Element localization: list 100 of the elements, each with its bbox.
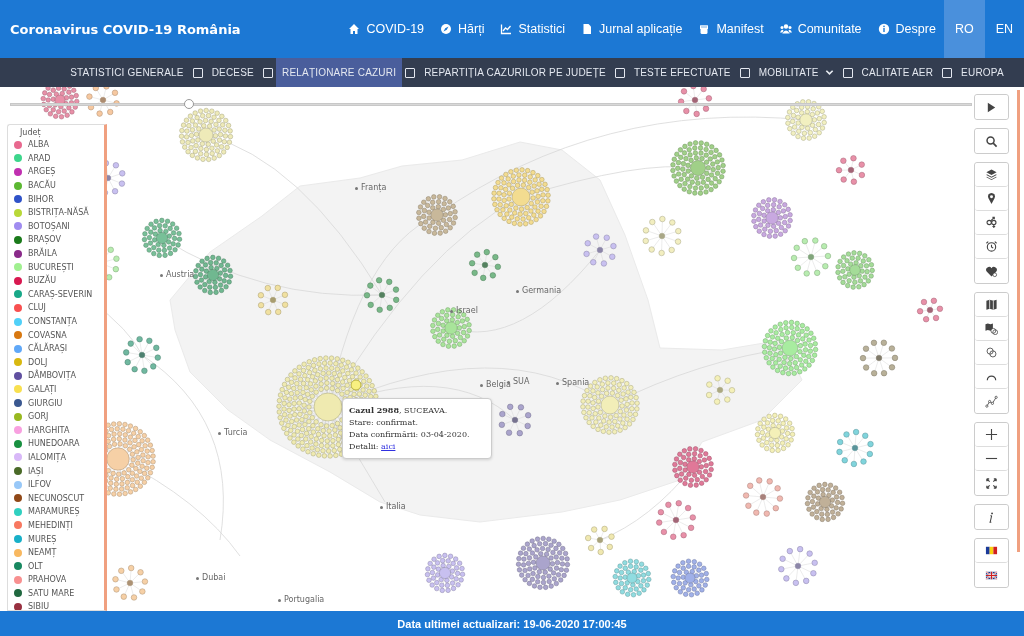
slider-thumb[interactable]: [183, 99, 194, 109]
nav-link[interactable]: Manifest: [690, 0, 772, 58]
line-graph-icon: [985, 394, 998, 408]
case-detail: Data confirmării: 03-04-2020.: [349, 429, 471, 441]
tab[interactable]: TESTE EFECTUATE: [627, 58, 737, 87]
map-button[interactable]: [975, 293, 1008, 317]
country-label: Israel: [450, 306, 478, 316]
country-label: Franța: [355, 183, 387, 193]
legend-label[interactable]: NEAMȚ: [28, 548, 57, 558]
map-pin-icon: [985, 192, 998, 205]
legend-label[interactable]: SIBIU: [28, 602, 50, 610]
square-icon: [405, 67, 416, 78]
rings-icon: [985, 346, 998, 359]
legend-label[interactable]: BUZĂU: [28, 276, 56, 286]
nav-link[interactable]: Comunitate: [771, 0, 870, 58]
legend-label[interactable]: COVASNA: [28, 330, 67, 340]
square-icon: [942, 67, 953, 78]
users-icon: [779, 23, 792, 35]
legend-label[interactable]: ALBA: [28, 140, 49, 150]
home-icon: [348, 23, 361, 35]
legend-label[interactable]: CONSTANȚA: [28, 317, 78, 326]
tab[interactable]: CALITATE AER: [855, 58, 940, 87]
legend-label[interactable]: BACĂU: [28, 181, 56, 191]
legend-label[interactable]: CARAȘ-SEVERIN: [28, 289, 93, 299]
square-icon: [842, 67, 853, 78]
country-label: Italia: [380, 502, 406, 512]
legend-label[interactable]: GORJ: [28, 412, 49, 422]
tab[interactable]: RELAȚIONARE CAZURI: [275, 58, 403, 87]
heart-icon: [985, 264, 998, 278]
zoom-in-button[interactable]: [975, 423, 1008, 447]
legend-label[interactable]: ARAD: [28, 153, 51, 163]
nav-link[interactable]: Hărți: [432, 0, 493, 58]
legend-label[interactable]: CLUJ: [28, 303, 46, 313]
country-label: Portugalia: [278, 595, 325, 605]
gender-icon: [985, 216, 998, 229]
square-icon: [614, 67, 625, 78]
legend-label[interactable]: ARGEȘ: [28, 167, 56, 177]
nav-link[interactable]: Despre: [869, 0, 944, 58]
case-detail: Stare: confirmat.: [349, 417, 419, 429]
legend-label[interactable]: BRAȘOV: [28, 235, 61, 245]
legend-label[interactable]: BOTOȘANI: [28, 221, 70, 231]
tab[interactable]: MOBILITATE: [752, 58, 840, 87]
nav-link[interactable]: Jurnal aplicație: [573, 0, 691, 58]
square-icon: [192, 67, 203, 78]
country-label: Turcia: [218, 428, 248, 438]
legend-label[interactable]: ILFOV: [28, 480, 52, 490]
compass-icon: [440, 23, 453, 35]
legend-label[interactable]: BRĂILA: [28, 249, 57, 259]
play-icon: [985, 100, 998, 114]
language-link[interactable]: EN: [984, 0, 1024, 58]
details-label: Detalii:: [349, 442, 379, 451]
nav-link[interactable]: Statistici: [492, 0, 573, 58]
tab[interactable]: STATISTICI GENERALE: [64, 58, 190, 87]
play-button[interactable]: [975, 95, 1008, 119]
language-button[interactable]: [975, 539, 1008, 563]
legend-label[interactable]: BISTRIȚA-NĂSĂ: [28, 208, 89, 218]
legend-label[interactable]: DOLJ: [28, 357, 48, 367]
legend-label[interactable]: IAȘI: [28, 466, 44, 476]
tab[interactable]: DECESE: [205, 58, 260, 87]
square-icon: [262, 67, 273, 78]
legend-label[interactable]: MEHEDINȚI: [28, 520, 73, 530]
search-icon: [985, 134, 998, 148]
zoom-in-icon: [985, 428, 998, 441]
site-title[interactable]: Coronavirus COVID-19 România: [10, 21, 241, 37]
legend-label[interactable]: HARGHITA: [28, 425, 70, 435]
last-update-text: Data ultimei actualizari: 19-06-2020 17:00:45: [397, 617, 627, 630]
legend-label[interactable]: BUCUREȘTI: [28, 262, 74, 272]
legend-label[interactable]: MARAMUREȘ: [28, 507, 80, 517]
fullscreen-icon: [985, 476, 998, 490]
tab[interactable]: EUROPA: [955, 58, 1010, 87]
legend-title: Județ: [20, 128, 42, 138]
nav-link[interactable]: COVID-19: [340, 0, 433, 58]
legend-label[interactable]: HUNEDOARA: [28, 439, 80, 449]
alarm-clock-icon: [985, 240, 998, 253]
legend-label[interactable]: GIURGIU: [28, 398, 63, 408]
search-button[interactable]: [975, 129, 1008, 153]
case-heading: Cazul 2988, SUCEAVA.: [349, 404, 449, 417]
map-rings-icon: [985, 322, 998, 335]
legend-label[interactable]: PRAHOVA: [28, 575, 67, 585]
legend-label[interactable]: CĂLĂRAȘI: [28, 344, 68, 354]
legend-label[interactable]: IALOMIȚA: [28, 452, 66, 462]
file-icon: [581, 23, 593, 35]
uk-flag-icon: [985, 568, 998, 582]
country-label: Austria: [160, 270, 195, 280]
info-icon: [877, 23, 890, 35]
layers-button[interactable]: [975, 163, 1008, 187]
legend-label[interactable]: MUREȘ: [28, 534, 57, 544]
legend-label[interactable]: DÂMBOVIȚA: [28, 371, 77, 381]
country-label: Germania: [516, 286, 562, 296]
legend-label[interactable]: SATU MARE: [28, 588, 75, 598]
map-icon: [985, 298, 998, 311]
legend-label[interactable]: NECUNOSCUT: [28, 493, 85, 503]
highlighted-node[interactable]: [350, 379, 362, 391]
details-link[interactable]: aici: [381, 442, 396, 451]
legend-label[interactable]: GALAȚI: [28, 385, 57, 394]
country-label: Belgia: [480, 380, 511, 390]
legend-label[interactable]: OLT: [28, 561, 43, 571]
tab[interactable]: REPARTIȚIA CAZURILOR PE JUDEȚE: [418, 58, 612, 87]
legend-label[interactable]: BIHOR: [28, 194, 54, 204]
layers-icon: [985, 168, 998, 181]
